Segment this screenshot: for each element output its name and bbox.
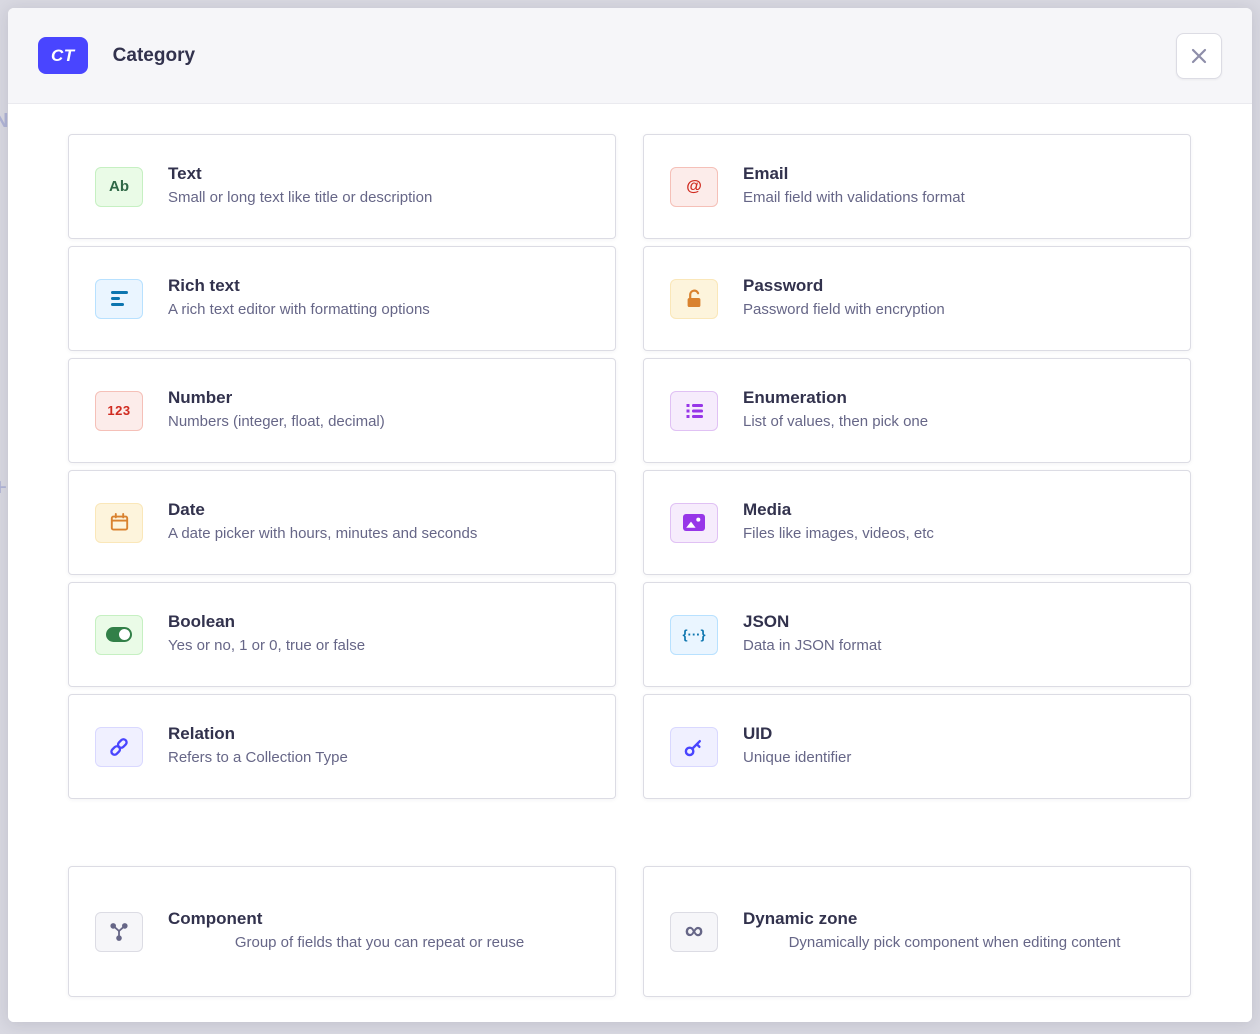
- advanced-fields-grid: Component Group of fields that you can r…: [68, 866, 1191, 997]
- at-sign-icon: @: [670, 167, 718, 207]
- field-card-rich-text[interactable]: Rich text A rich text editor with format…: [68, 246, 616, 351]
- text-ab-icon: Ab: [95, 167, 143, 207]
- modal-header: CT Category: [8, 8, 1252, 104]
- field-description: Small or long text like title or descrip…: [168, 188, 591, 208]
- component-nodes-icon: [95, 912, 143, 952]
- field-card-boolean[interactable]: Boolean Yes or no, 1 or 0, true or false: [68, 582, 616, 687]
- field-type-list: Ab Text Small or long text like title or…: [8, 104, 1252, 1022]
- field-title: UID: [743, 724, 1166, 744]
- field-description: Unique identifier: [743, 748, 1166, 768]
- field-description: A date picker with hours, minutes and se…: [168, 524, 591, 544]
- align-left-icon: [95, 279, 143, 319]
- field-title: Rich text: [168, 276, 591, 296]
- field-card-text[interactable]: Ab Text Small or long text like title or…: [68, 134, 616, 239]
- field-title: Boolean: [168, 612, 591, 632]
- field-title: Date: [168, 500, 591, 520]
- infinity-icon: ∞: [670, 912, 718, 952]
- field-card-password[interactable]: Password Password field with encryption: [643, 246, 1191, 351]
- field-card-email[interactable]: @ Email Email field with validations for…: [643, 134, 1191, 239]
- field-title: Component: [168, 909, 591, 929]
- bullet-list-icon: [670, 391, 718, 431]
- field-title: Text: [168, 164, 591, 184]
- field-card-enumeration[interactable]: Enumeration List of values, then pick on…: [643, 358, 1191, 463]
- modal-title: Category: [113, 45, 195, 67]
- field-description: Password field with encryption: [743, 300, 1166, 320]
- background-page-text: +: [0, 474, 7, 502]
- field-description: List of values, then pick one: [743, 412, 1166, 432]
- field-title: Relation: [168, 724, 591, 744]
- field-description: Refers to a Collection Type: [168, 748, 591, 768]
- field-card-date[interactable]: Date A date picker with hours, minutes a…: [68, 470, 616, 575]
- field-card-number[interactable]: 123 Number Numbers (integer, float, deci…: [68, 358, 616, 463]
- field-card-uid[interactable]: UID Unique identifier: [643, 694, 1191, 799]
- open-lock-icon: [670, 279, 718, 319]
- collection-type-badge: CT: [38, 37, 88, 74]
- curly-braces-icon: {···}: [670, 615, 718, 655]
- field-title: Email: [743, 164, 1166, 184]
- field-title: Dynamic zone: [743, 909, 1166, 929]
- field-description: Dynamically pick component when editing …: [765, 933, 1145, 953]
- chain-link-icon: [95, 727, 143, 767]
- field-title: Enumeration: [743, 388, 1166, 408]
- field-title: Number: [168, 388, 591, 408]
- field-card-dynamic-zone[interactable]: ∞ Dynamic zone Dynamically pick componen…: [643, 866, 1191, 997]
- calendar-icon: [95, 503, 143, 543]
- default-fields-grid: Ab Text Small or long text like title or…: [68, 134, 1191, 799]
- close-button[interactable]: [1176, 33, 1222, 79]
- field-card-relation[interactable]: Relation Refers to a Collection Type: [68, 694, 616, 799]
- toggle-icon: [95, 615, 143, 655]
- field-description: Group of fields that you can repeat or r…: [190, 933, 570, 953]
- field-description: A rich text editor with formatting optio…: [168, 300, 591, 320]
- field-title: Media: [743, 500, 1166, 520]
- field-title: Password: [743, 276, 1166, 296]
- field-description: Files like images, videos, etc: [743, 524, 1166, 544]
- field-description: Yes or no, 1 or 0, true or false: [168, 636, 591, 656]
- field-card-media[interactable]: Media Files like images, videos, etc: [643, 470, 1191, 575]
- close-icon: [1188, 45, 1210, 67]
- select-field-type-modal: CT Category Ab Text Small or long text l…: [8, 8, 1252, 1022]
- field-description: Email field with validations format: [743, 188, 1166, 208]
- key-icon: [670, 727, 718, 767]
- picture-icon: [670, 503, 718, 543]
- field-card-component[interactable]: Component Group of fields that you can r…: [68, 866, 616, 997]
- field-description: Data in JSON format: [743, 636, 1166, 656]
- field-title: JSON: [743, 612, 1166, 632]
- field-description: Numbers (integer, float, decimal): [168, 412, 591, 432]
- numbers-icon: 123: [95, 391, 143, 431]
- field-card-json[interactable]: {···} JSON Data in JSON format: [643, 582, 1191, 687]
